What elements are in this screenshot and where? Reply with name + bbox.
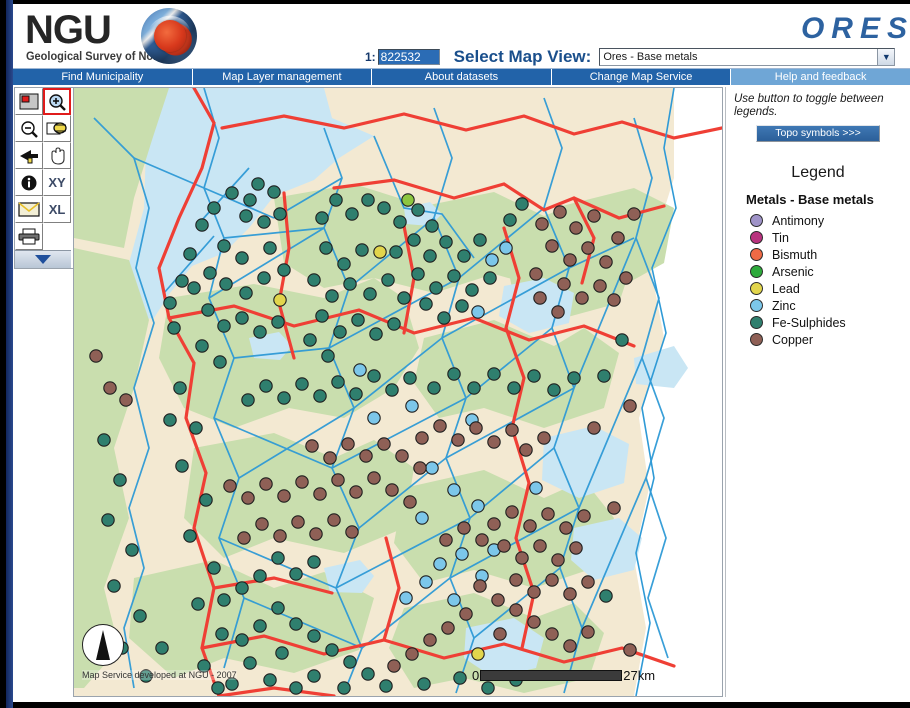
legend-panel: Use button to toggle between legends. To… — [725, 87, 908, 697]
legend-swatch-copper — [750, 333, 763, 346]
legend-item-fe-sulphides[interactable]: Fe-Sulphides — [750, 314, 902, 331]
scalebar-bar — [480, 670, 623, 681]
scale-prefix-label: 1: — [365, 50, 376, 64]
application-window: NGU Geological Survey of Norway ORES 1: … — [0, 0, 910, 708]
scalebar-max-label: 27km — [623, 668, 656, 683]
page-body: XY XL Map Service developed at NGU - 200… — [13, 85, 910, 702]
legend-item-tin[interactable]: Tin — [750, 229, 902, 246]
map-scalebar: 0 27km — [472, 668, 656, 683]
map-graphic — [74, 88, 722, 696]
legend-item-lead[interactable]: Lead — [750, 280, 902, 297]
legend-swatch-arsenic — [750, 265, 763, 278]
map-view-label: Select Map View: — [453, 47, 592, 66]
xl-label: XL — [48, 202, 66, 217]
zoom-out-icon[interactable] — [15, 115, 43, 142]
map-controls-row: 1: Select Map View: Ores - Base metals ▼ — [365, 46, 896, 68]
toolbar-expand-button[interactable] — [15, 250, 71, 268]
legend-item-arsenic[interactable]: Arsenic — [750, 263, 902, 280]
tab-about-datasets[interactable]: About datasets — [372, 69, 552, 85]
empty-slot — [43, 223, 71, 250]
legend-swatch-fe-sulphides — [750, 316, 763, 329]
tab-help-and-feedback[interactable]: Help and feedback — [731, 69, 910, 85]
map-canvas[interactable]: Map Service developed at NGU - 2007 0 27… — [73, 87, 723, 697]
legend-item-antimony[interactable]: Antimony — [750, 212, 902, 229]
zoom-in-icon[interactable] — [43, 88, 71, 115]
ngu-logo[interactable]: NGU Geological Survey of Norway — [21, 8, 211, 66]
page-header: NGU Geological Survey of Norway ORES 1: … — [13, 4, 910, 68]
legend-title: Legend — [791, 164, 845, 181]
ngu-globe-icon — [141, 8, 197, 64]
legend-item-bismuth[interactable]: Bismuth — [750, 246, 902, 263]
legend-swatch-antimony — [750, 214, 763, 227]
legend-label-lead: Lead — [772, 281, 800, 296]
chevron-down-icon — [35, 255, 51, 264]
legend-swatch-lead — [750, 282, 763, 295]
logo-text: NGU — [25, 8, 112, 52]
legend-swatch-zinc — [750, 299, 763, 312]
topo-symbols-button[interactable]: Topo symbols >>> — [756, 125, 880, 142]
export-excel-icon[interactable]: XL — [43, 196, 71, 223]
pan-hand-icon[interactable] — [43, 142, 71, 169]
legend-hint-text: Use button to toggle between legends. — [734, 93, 884, 118]
legend-subtitle: Metals - Base metals — [746, 192, 874, 207]
identify-info-icon[interactable] — [15, 169, 43, 196]
legend-item-zinc[interactable]: Zinc — [750, 297, 902, 314]
legend-label-tin: Tin — [772, 230, 789, 245]
page-footer — [13, 699, 910, 702]
legend-label-antimony: Antimony — [772, 213, 825, 228]
page-title: ORES — [800, 12, 910, 45]
xy-label: XY — [48, 175, 66, 190]
map-view-selected-value: Ores - Base metals — [603, 51, 698, 63]
zoom-full-extent-icon[interactable] — [43, 115, 71, 142]
xy-coordinates-icon[interactable]: XY — [43, 169, 71, 196]
legend-item-copper[interactable]: Copper — [750, 331, 902, 348]
tab-find-municipality[interactable]: Find Municipality — [13, 69, 193, 85]
map-view-select[interactable]: Ores - Base metals ▼ — [599, 48, 896, 66]
tab-change-map-service[interactable]: Change Map Service — [551, 69, 732, 85]
legend-label-copper: Copper — [772, 332, 813, 347]
main-navigation-tabs: Find Municipality Map Layer management A… — [13, 68, 910, 85]
email-icon[interactable] — [15, 196, 43, 223]
scale-input[interactable] — [377, 49, 440, 65]
chevron-down-icon[interactable]: ▼ — [877, 49, 895, 65]
north-arrow-icon — [82, 624, 124, 666]
legend-label-bismuth: Bismuth — [772, 247, 818, 262]
legend-label-arsenic: Arsenic — [772, 264, 814, 279]
overview-map-icon[interactable] — [15, 88, 43, 115]
scalebar-min-label: 0 — [472, 668, 480, 683]
legend-swatch-tin — [750, 231, 763, 244]
select-pointer-icon[interactable] — [15, 142, 43, 169]
map-toolbar: XY XL — [14, 87, 74, 269]
page-root: NGU Geological Survey of Norway ORES 1: … — [13, 4, 910, 702]
map-tool-grid: XY XL — [15, 88, 71, 250]
tab-map-layer-management[interactable]: Map Layer management — [192, 69, 373, 85]
print-icon[interactable] — [15, 223, 43, 250]
map-credit-text: Map Service developed at NGU - 2007 — [82, 670, 237, 680]
legend-label-zinc: Zinc — [772, 298, 796, 313]
legend-swatch-bismuth — [750, 248, 763, 261]
legend-items-list: Antimony Tin Bismuth Arsenic Lead Zinc F… — [750, 212, 902, 348]
legend-label-fe-sulphides: Fe-Sulphides — [772, 315, 846, 330]
window-left-rail — [6, 0, 13, 708]
